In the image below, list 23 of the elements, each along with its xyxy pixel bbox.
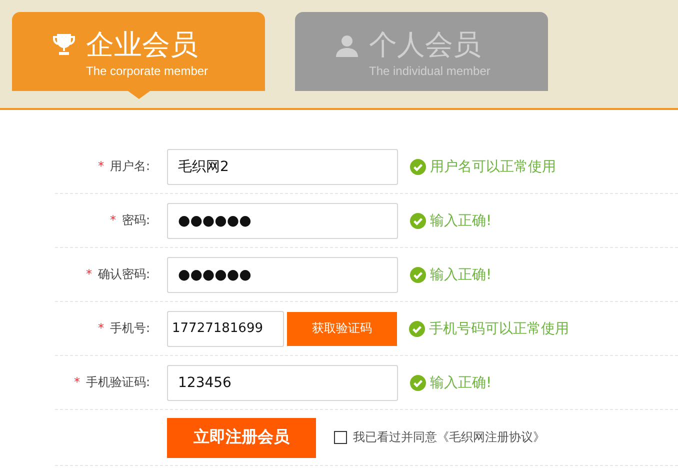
input-field[interactable]: ●●●●●● [167, 256, 398, 292]
field-label: 手机号: [110, 321, 150, 335]
input-field[interactable]: 17727181699 [167, 310, 284, 346]
agreement-checkbox[interactable] [334, 431, 347, 444]
required-mark: * [98, 321, 104, 335]
status-message: 输入正确! [430, 266, 492, 284]
status-message: 输入正确! [430, 374, 492, 392]
input-field[interactable]: 123456 [167, 364, 398, 400]
required-mark: * [98, 159, 104, 173]
field-label: 确认密码: [98, 267, 150, 281]
field-label: 密码: [122, 213, 150, 227]
required-mark: * [110, 213, 116, 227]
tab-pointer [128, 91, 150, 99]
status-message: 输入正确! [430, 212, 492, 230]
input-field[interactable]: 毛织网2 [167, 148, 398, 184]
status-message: 手机号码可以正常使用 [429, 320, 569, 338]
field-label: 用户名: [110, 159, 150, 173]
input-field[interactable]: ●●●●●● [167, 202, 398, 238]
field-label: 手机验证码: [86, 375, 150, 389]
required-mark: * [86, 267, 92, 281]
status-message: 用户名可以正常使用 [430, 158, 556, 176]
agreement-text: 我已看过并同意《毛织网注册协议》 [353, 429, 545, 446]
required-mark: * [74, 375, 80, 389]
